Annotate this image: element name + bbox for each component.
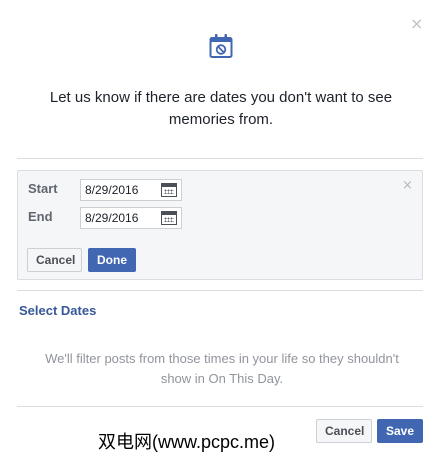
save-button[interactable]: Save <box>377 419 423 443</box>
divider <box>17 406 423 407</box>
calendar-icon[interactable] <box>161 183 177 197</box>
date-range-panel: × Start End Cancel Done <box>17 170 423 280</box>
watermark: 双电网(www.pcpc.me) <box>98 432 276 452</box>
end-date-input[interactable] <box>81 208 157 228</box>
done-button[interactable]: Done <box>88 248 136 272</box>
filter-note: We'll filter posts from those times in y… <box>45 351 399 386</box>
start-date-input[interactable] <box>81 180 157 200</box>
calendar-cancel-icon <box>209 34 233 58</box>
dialog-prompt: Let us know if there are dates you don't… <box>49 89 393 128</box>
panel-cancel-button[interactable]: Cancel <box>27 248 82 272</box>
end-date-field[interactable] <box>80 207 182 229</box>
select-dates-link[interactable]: Select Dates <box>19 303 96 318</box>
calendar-icon[interactable] <box>161 211 177 225</box>
divider <box>17 158 423 159</box>
end-label: End <box>28 209 53 224</box>
cancel-button[interactable]: Cancel <box>316 419 372 443</box>
panel-close-icon[interactable]: × <box>402 179 413 192</box>
divider <box>17 290 423 291</box>
dialog-close-icon[interactable]: × <box>410 16 423 32</box>
start-date-field[interactable] <box>80 179 182 201</box>
start-label: Start <box>28 181 58 196</box>
